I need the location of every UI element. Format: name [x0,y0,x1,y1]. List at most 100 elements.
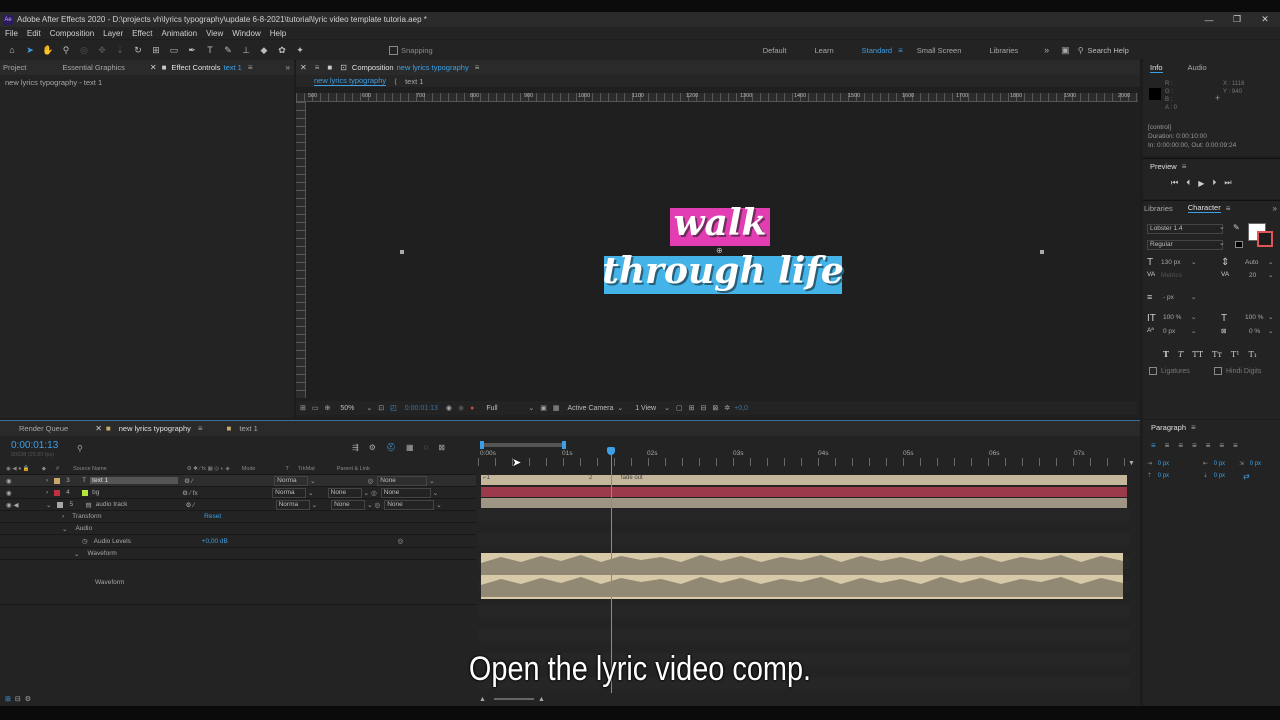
layer-bar-bg[interactable] [481,487,1127,497]
workspace-panel-icon[interactable]: ▣ [1061,45,1070,56]
property-row[interactable]: Waveform [0,560,476,605]
justify-center-icon[interactable]: ≡ [1206,441,1211,450]
toggle-switches-icon[interactable]: ⊞ [5,695,11,703]
roi-icon[interactable]: ▣ [540,404,547,412]
panel-menu-icon[interactable]: ≡ [475,63,480,72]
close-icon[interactable]: ✕ [150,63,157,72]
property-row[interactable]: ⌄ Audio [0,523,476,535]
trkmat-dropdown[interactable]: None [327,487,362,498]
layer-name[interactable]: bg [92,489,178,496]
selection-tool-icon[interactable]: ➤ [24,44,36,56]
fit-icon[interactable]: ⊡ [378,404,384,412]
menu-edit[interactable]: Edit [27,29,41,38]
camera-snapshot-icon[interactable]: ◉ [446,404,452,412]
tab-essential-graphics[interactable]: Essential Graphics [62,63,125,72]
last-frame-icon[interactable]: ⏭ [1224,178,1231,188]
layer-bar-text-1[interactable]: ⌐1 2 fade out [481,475,1127,485]
indent-first-value[interactable]: 0 px [1250,461,1261,467]
always-preview-icon[interactable]: ⊞ [300,404,306,412]
justify-left-icon[interactable]: ≡ [1192,441,1197,450]
puppet-pin-icon[interactable]: ✦ [294,44,306,56]
home-icon[interactable]: ⌂ [6,44,18,56]
chevron-down-icon[interactable]: ⌄ [1191,313,1196,321]
reset-link[interactable]: Reset [204,513,221,520]
anchor-point-icon[interactable]: ⊕ [716,246,723,255]
layer-bar-audio[interactable] [481,498,1127,508]
exposure-icon[interactable]: ✲ [724,404,730,412]
mode-dropdown[interactable]: Norma [274,475,309,486]
chevron-down-icon[interactable]: ⌄ [436,501,441,509]
brush-tool-icon[interactable]: ✎ [222,44,234,56]
stroke-width-value[interactable]: - px [1163,294,1174,301]
chevron-down-icon[interactable]: ⌄ [617,404,623,412]
justify-right-icon[interactable]: ≡ [1219,441,1224,450]
fast-preview-icon[interactable]: ⊞ [689,404,695,412]
region-icon[interactable]: ◰ [390,404,397,412]
stopwatch-icon[interactable]: ◷ [82,537,88,545]
chevron-down-icon[interactable]: ⌄ [1191,293,1196,301]
menu-window[interactable]: Window [232,29,260,38]
pickwhip-icon[interactable]: ◎ [371,489,377,497]
baseline-shift-value[interactable]: 0 px [1163,328,1175,335]
layer-label-color[interactable] [54,477,61,484]
close-icon[interactable]: ✕ [300,63,307,72]
superscript-button[interactable]: T¹ [1231,350,1240,359]
work-area-bar[interactable] [482,443,564,447]
resolution-dropdown[interactable]: Full [486,405,528,412]
comp-marker-icon[interactable]: ▼ [1128,460,1135,467]
tracking-value[interactable]: 20 [1249,272,1256,279]
layer-marker[interactable]: ⌐1 [483,475,490,481]
type-tool-icon[interactable]: T [204,44,216,56]
menu-animation[interactable]: Animation [161,29,197,38]
chevron-down-icon[interactable]: ⌄ [1268,313,1273,321]
comp-mini-flowchart-icon[interactable]: ⇶ [352,443,359,452]
chevron-down-icon[interactable]: ⌄ [664,404,670,412]
chevron-down-icon[interactable]: ⌄ [1191,258,1196,266]
eyedropper-icon[interactable]: ✎ [1233,223,1240,232]
rectangle-tool-icon[interactable]: ▭ [168,44,180,56]
work-area-start[interactable] [480,441,484,449]
composition-tab-target[interactable]: new lyrics typography [397,63,469,72]
prev-frame-icon[interactable]: ⏴ [1186,178,1190,188]
workspace-libraries[interactable]: Libraries [989,46,1018,55]
justify-all-icon[interactable]: ≡ [1233,441,1238,450]
faux-italic-button[interactable]: T [1178,350,1183,359]
workspace-learn[interactable]: Learn [814,46,833,55]
zoom-dropdown[interactable]: 50% [340,405,354,412]
align-right-icon[interactable]: ≡ [1178,441,1183,450]
work-area-end[interactable] [562,441,566,449]
panel-menu-icon[interactable]: ≡ [1226,204,1231,213]
close-button[interactable]: ✕ [1256,14,1274,25]
layer-switches[interactable]: ⚙ ∕ [184,477,274,485]
tab-libraries[interactable]: Libraries [1144,204,1173,213]
comp-nav-item[interactable]: new lyrics typography [314,76,387,86]
layer-row[interactable]: ◉ › 3 T text 1 ⚙ ∕ Norma ⌄ ◎ None ⌄ [0,475,476,487]
waveform-group[interactable]: Waveform [87,550,116,557]
all-caps-button[interactable]: TT [1192,350,1203,359]
mode-dropdown[interactable]: Norma [272,487,307,498]
pan-camera-icon[interactable]: ✥ [96,44,108,56]
rtl-icon[interactable]: ⇄ [1243,472,1250,481]
show-snapshot-icon[interactable]: ◉ [458,404,464,412]
panel-expand-icon[interactable]: » [1273,204,1277,213]
close-icon[interactable]: ✕ [95,424,102,433]
parent-dropdown[interactable]: None [380,487,431,498]
panel-menu-icon[interactable]: ≡ [1182,162,1187,171]
tab-text-1[interactable]: text 1 [239,424,257,433]
next-frame-icon[interactable]: ⏵ [1212,178,1216,188]
menu-effect[interactable]: Effect [132,29,152,38]
layer-marker[interactable]: 2 [589,475,592,481]
zoom-out-icon[interactable]: ▲ [479,696,486,703]
space-before-value[interactable]: 0 px [1158,473,1169,479]
exposure-value[interactable]: +0,0 [734,405,748,412]
trkmat-dropdown[interactable]: None [331,499,366,510]
source-name-header[interactable]: Source Name [73,466,107,472]
time-ruler[interactable] [478,441,1130,466]
parent-dropdown[interactable]: None [384,499,435,510]
tab-project[interactable]: Project [3,63,26,72]
chevron-down-icon[interactable]: ⌄ [312,501,317,509]
expand-arrow-icon[interactable]: ⌄ [46,501,51,509]
panel-expand-icon[interactable]: » [286,63,290,72]
frame-blending-icon[interactable]: ▦ [406,443,414,452]
black-swatch[interactable] [1235,241,1243,248]
